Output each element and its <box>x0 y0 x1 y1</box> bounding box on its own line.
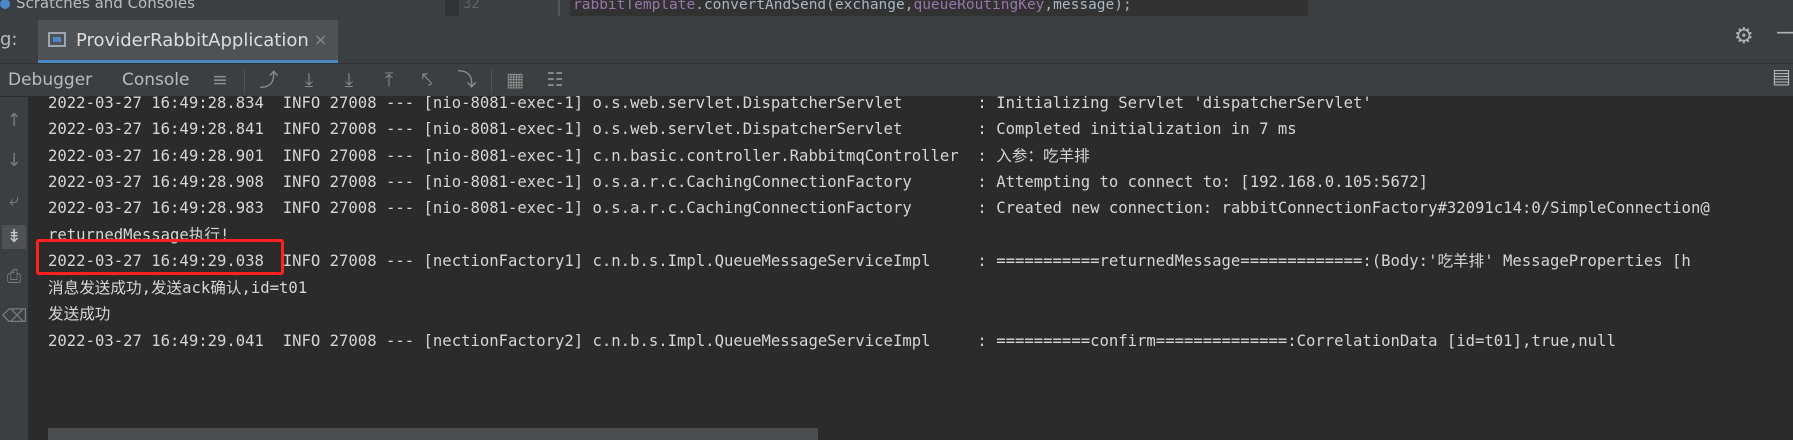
step-into-icon[interactable]: ⤓ <box>336 67 362 93</box>
tab-console[interactable]: Console <box>122 70 190 90</box>
scroll-to-end-icon[interactable]: ⇟ <box>2 225 26 249</box>
tab-title: ProviderRabbitApplication <box>76 30 309 51</box>
editor-strip: Scratches and Consoles 32 rabbitTemplate… <box>0 0 1793 16</box>
horizontal-scrollbar[interactable] <box>48 428 818 440</box>
drop-frame-icon[interactable]: ⤣ <box>414 67 440 93</box>
soft-wrap-icon[interactable]: ⤶ <box>2 189 26 213</box>
down-arrow-icon[interactable]: ↓ <box>2 149 26 173</box>
tab-provider-rabbit-application[interactable]: ProviderRabbitApplication × <box>38 20 338 63</box>
debugger-toolbar: Debugger Console ≡ ⤴ ⤓ ⤓ ⤒ ⤣ ⤵ ▦ ☷ <box>0 64 1793 97</box>
gear-icon[interactable]: ⚙ <box>1734 24 1754 49</box>
debug-title-bar: g: ProviderRabbitApplication × ⚙ — <box>0 16 1793 64</box>
editor-gutter <box>445 0 459 16</box>
line-number: 32 <box>463 0 480 12</box>
debug-label: g: <box>0 29 18 50</box>
code-call: .convertAndSend(exchange, <box>695 0 914 13</box>
layout-icon[interactable]: ▤ <box>1772 64 1791 88</box>
console-output[interactable]: 2022-03-27 16:49:28.834 INFO 27008 --- [… <box>30 94 1793 440</box>
up-arrow-icon[interactable]: ↑ <box>2 109 26 133</box>
step-over-icon[interactable]: ⤓ <box>296 67 322 93</box>
menu-icon[interactable]: ≡ <box>207 67 233 93</box>
code-line[interactable]: rabbitTemplate.convertAndSend(exchange,q… <box>570 0 1308 16</box>
run-to-cursor-icon[interactable]: ⤵ <box>454 67 480 93</box>
scratches-icon <box>0 0 10 9</box>
scratches-and-consoles-item[interactable]: Scratches and Consoles <box>0 0 195 12</box>
print-icon[interactable]: ⎙ <box>2 265 26 289</box>
editor-divider <box>558 0 560 16</box>
toolbar-divider <box>491 70 492 92</box>
step-out-icon[interactable]: ⤒ <box>376 67 402 93</box>
evaluate-expression-icon[interactable]: ▦ <box>502 67 528 93</box>
log-line: 2022-03-27 16:49:29.041 INFO 27008 --- [… <box>48 332 1616 350</box>
log-line: 2022-03-27 16:49:29.038 INFO 27008 --- [… <box>48 252 1691 270</box>
highlight-annotation <box>36 239 284 275</box>
tab-debugger[interactable]: Debugger <box>8 70 92 90</box>
trash-icon[interactable]: ⌫ <box>2 305 27 329</box>
log-line: 2022-03-27 16:49:28.901 INFO 27008 --- [… <box>48 147 1090 165</box>
code-receiver: rabbitTemplate <box>573 0 696 13</box>
application-icon <box>48 32 66 47</box>
trace-icon[interactable]: ☷ <box>542 67 568 93</box>
code-rest: ,message); <box>1044 0 1132 13</box>
show-execution-point-icon[interactable]: ⤴ <box>256 67 282 93</box>
log-line: 消息发送成功,发送ack确认,id=t01 <box>48 279 308 297</box>
scratches-label: Scratches and Consoles <box>16 0 195 12</box>
minimize-icon[interactable]: — <box>1776 20 1793 45</box>
log-line: 2022-03-27 16:49:28.983 INFO 27008 --- [… <box>48 199 1710 217</box>
toolbar-divider <box>244 70 245 92</box>
close-icon[interactable]: × <box>314 30 327 49</box>
log-line: 2022-03-27 16:49:28.841 INFO 27008 --- [… <box>48 120 1297 138</box>
console-left-gutter: ↑ ↓ ⤶ ⇟ ⎙ ⌫ <box>0 97 28 440</box>
code-field: queueRoutingKey <box>913 0 1045 13</box>
log-line: 2022-03-27 16:49:28.834 INFO 27008 --- [… <box>48 94 1372 112</box>
log-line: 2022-03-27 16:49:28.908 INFO 27008 --- [… <box>48 173 1429 191</box>
log-line: 发送成功 <box>48 305 111 323</box>
